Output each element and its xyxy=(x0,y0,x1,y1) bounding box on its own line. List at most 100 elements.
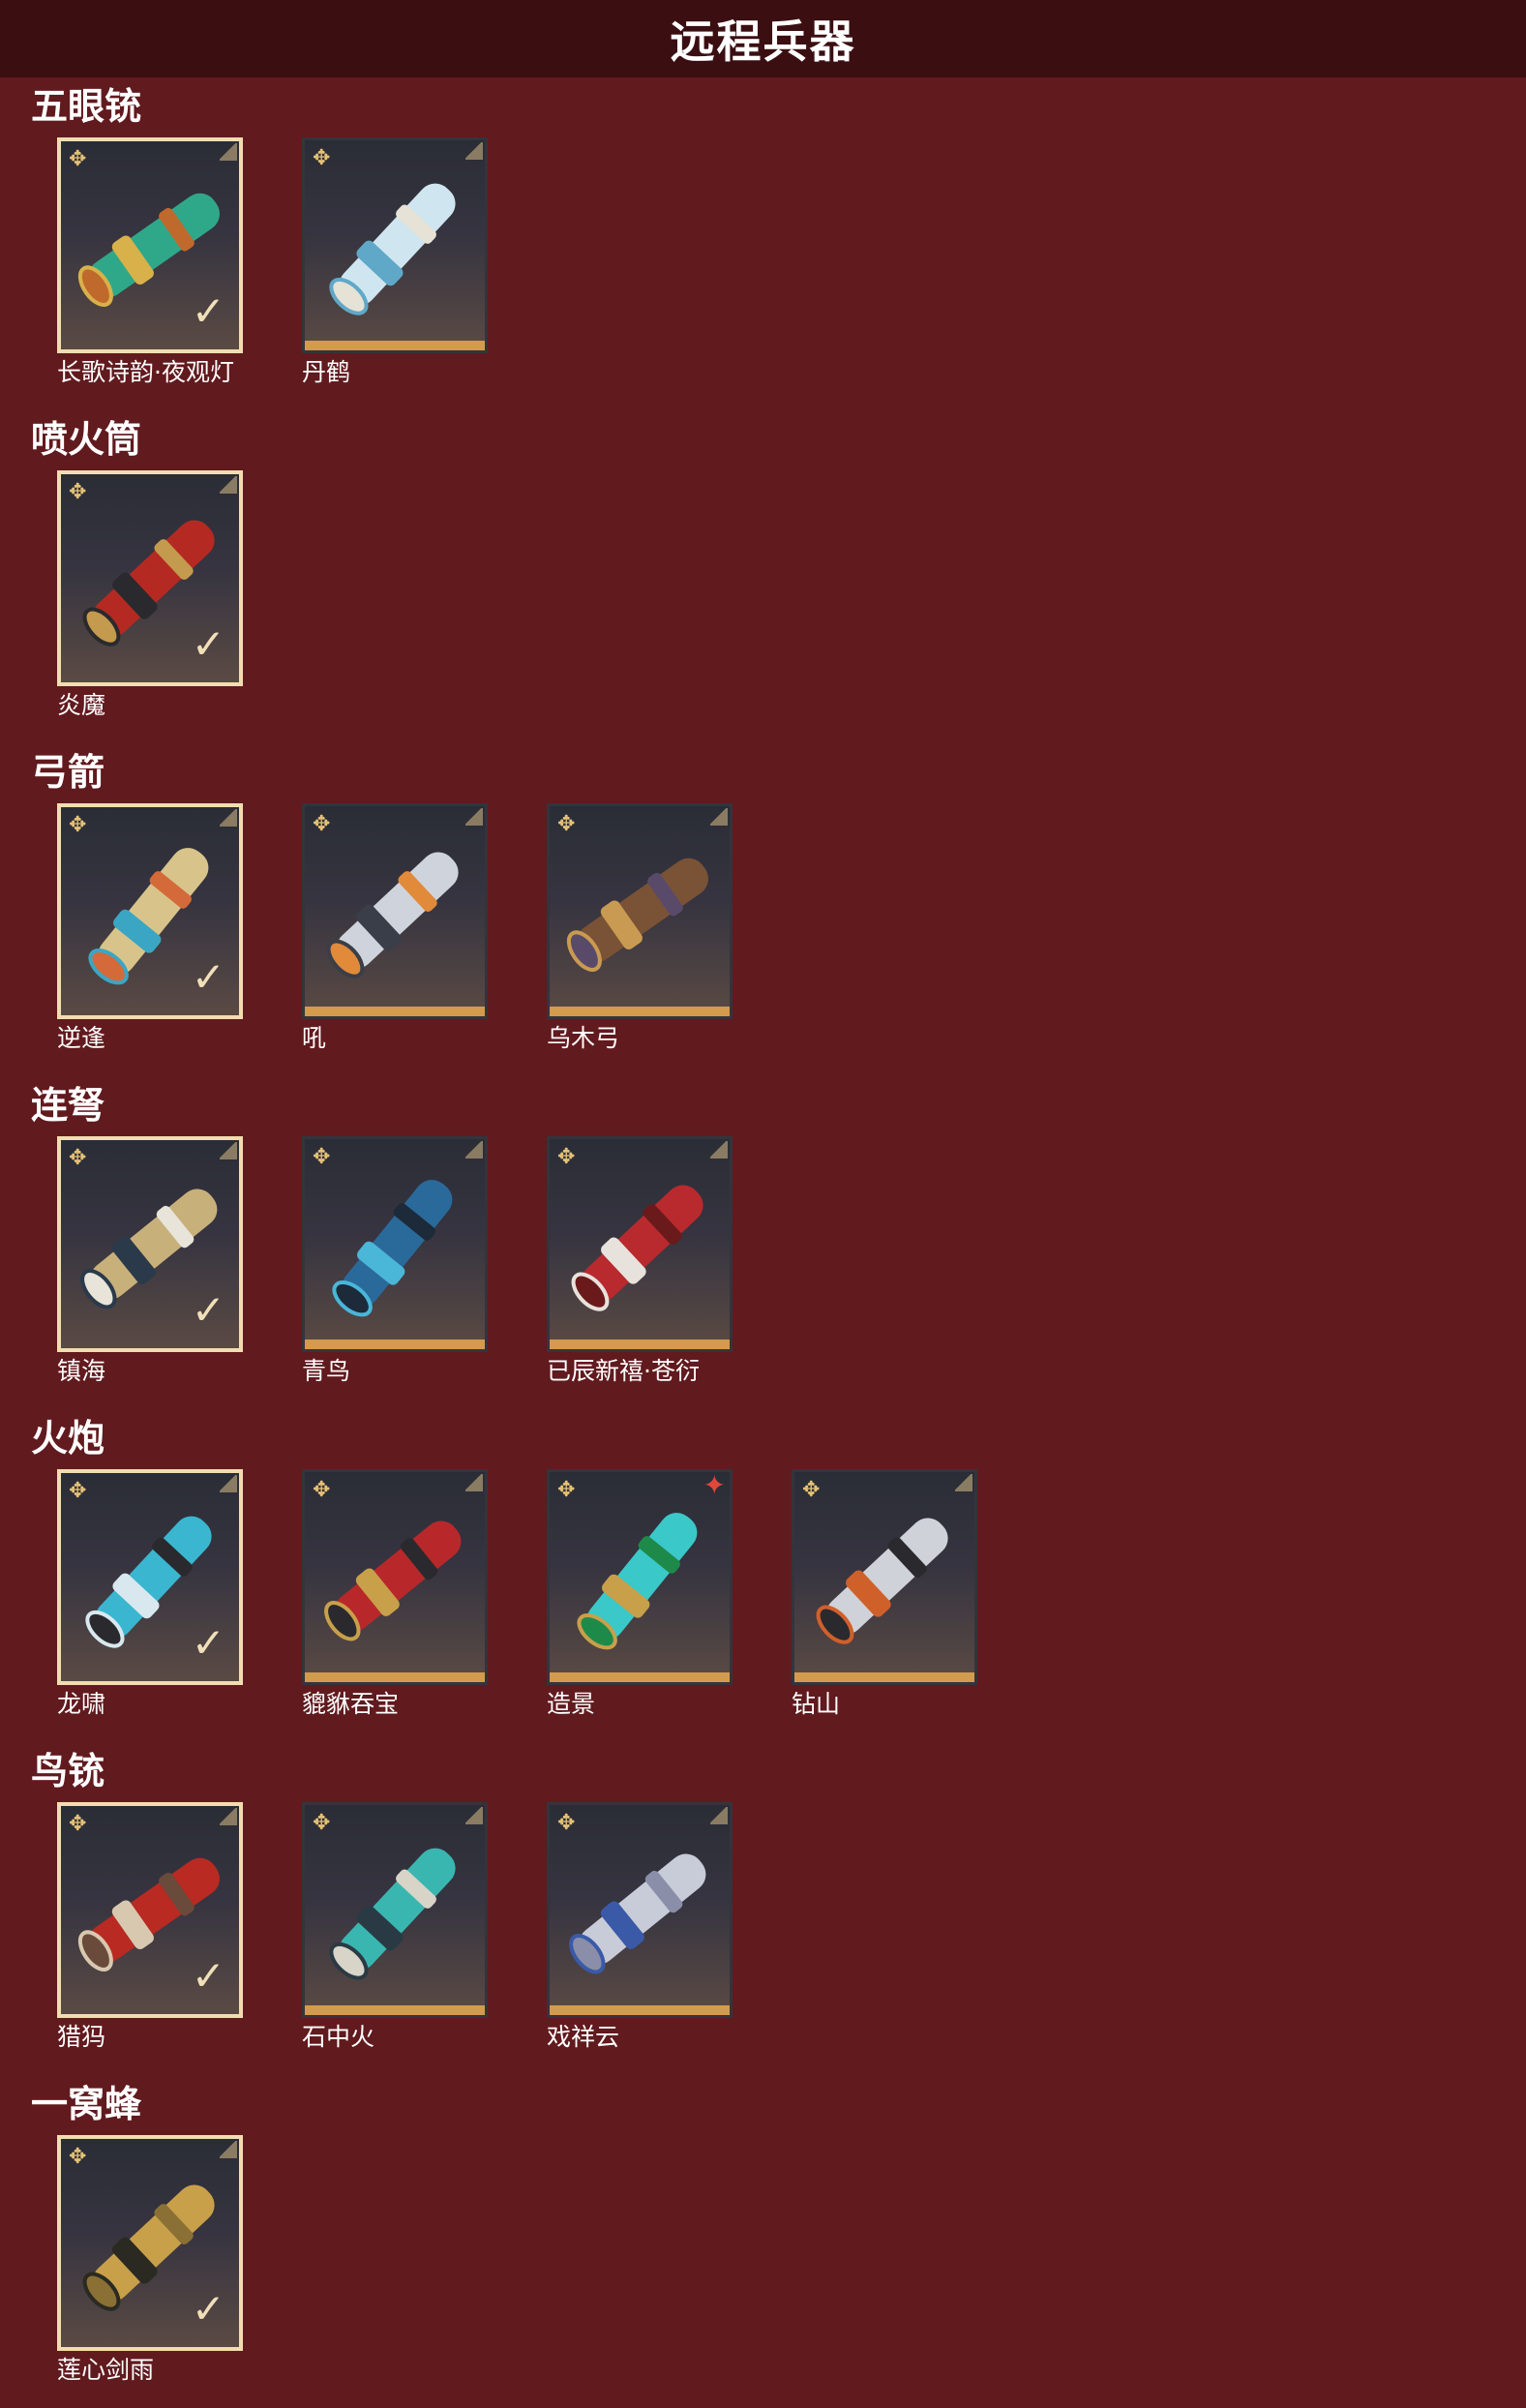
weapon-thumbnail[interactable]: ✥ ✓ xyxy=(57,1802,243,2018)
weapon-card[interactable]: ✥ ✓ 逆逢 xyxy=(57,803,243,1054)
rank-badge-icon: ✥ xyxy=(557,1145,576,1169)
corner-tag-icon xyxy=(220,2141,237,2158)
weapon-card[interactable]: ✥ ✓ 长歌诗韵·夜观灯 xyxy=(57,137,243,388)
weapon-art xyxy=(329,183,456,316)
rank-badge-icon: ✥ xyxy=(557,1478,576,1502)
weapon-name: 猎犸 xyxy=(57,2023,106,2051)
rare-star-icon: ✦ xyxy=(703,1469,726,1501)
corner-tag-icon xyxy=(710,1141,728,1159)
section-title: 弓箭 xyxy=(31,751,105,794)
weapon-art xyxy=(329,1848,456,1980)
weapon-thumbnail[interactable]: ✥ ✓ xyxy=(57,137,243,353)
weapon-card[interactable]: ✥ 吼 xyxy=(302,803,488,1054)
owned-check-icon: ✓ xyxy=(191,287,225,335)
weapon-card[interactable]: ✥ 青鸟 xyxy=(302,1136,488,1387)
rarity-bar xyxy=(305,1007,485,1016)
weapon-card[interactable]: ✥ ✓ 莲心剑雨 xyxy=(57,2135,243,2386)
weapon-name: 造景 xyxy=(547,1690,596,1718)
weapon-thumbnail[interactable]: ✥ ✓ xyxy=(57,803,243,1019)
weapon-thumbnail[interactable]: ✥ xyxy=(302,1802,488,2018)
rank-badge-icon: ✥ xyxy=(557,1811,576,1835)
weapon-card[interactable]: ✥ 钻山 xyxy=(792,1469,977,1720)
corner-tag-icon xyxy=(465,1141,483,1159)
rarity-bar xyxy=(550,1339,730,1349)
rank-badge-icon: ✥ xyxy=(313,146,331,170)
weapon-thumbnail[interactable]: ✥ ✓ xyxy=(57,1469,243,1685)
rank-badge-icon: ✥ xyxy=(802,1478,821,1502)
weapon-thumbnail[interactable]: ✥ xyxy=(547,1802,733,2018)
owned-check-icon: ✓ xyxy=(191,620,225,668)
weapon-name: 已辰新禧·苍衍 xyxy=(547,1357,700,1385)
rank-badge-icon: ✥ xyxy=(313,812,331,836)
rank-badge-icon: ✥ xyxy=(313,1145,331,1169)
weapon-art xyxy=(571,1185,703,1311)
rarity-bar xyxy=(550,2005,730,2015)
weapon-name: 貔貅吞宝 xyxy=(302,1690,400,1718)
section-title: 五眼铳 xyxy=(31,85,142,128)
weapon-name: 钻山 xyxy=(792,1690,841,1718)
weapon-thumbnail[interactable]: ✥ ✓ xyxy=(57,1136,243,1352)
weapon-thumbnail[interactable]: ✥ xyxy=(302,803,488,1019)
corner-tag-icon xyxy=(220,476,237,494)
weapon-name: 逆逢 xyxy=(57,1024,106,1052)
rank-badge-icon: ✥ xyxy=(69,1812,87,1836)
weapon-card[interactable]: ✥ ✓ 炎魔 xyxy=(57,470,243,721)
weapon-thumbnail[interactable]: ✥ xyxy=(547,1136,733,1352)
rarity-bar xyxy=(305,1339,485,1349)
owned-check-icon: ✓ xyxy=(191,2285,225,2333)
corner-tag-icon xyxy=(220,1142,237,1159)
weapon-card[interactable]: ✥ 石中火 xyxy=(302,1802,488,2053)
weapon-art xyxy=(326,852,459,978)
weapon-name: 青鸟 xyxy=(302,1357,351,1385)
weapon-card[interactable]: ✥ 戏祥云 xyxy=(547,1802,733,2053)
corner-tag-icon xyxy=(955,1474,972,1491)
weapon-card[interactable]: ✥ 已辰新禧·苍衍 xyxy=(547,1136,733,1387)
weapon-card[interactable]: ✥ ✓ 镇海 xyxy=(57,1136,243,1387)
header-bar: 远程兵器 xyxy=(0,0,1526,77)
weapon-thumbnail[interactable]: ✥ xyxy=(547,803,733,1019)
rank-badge-icon: ✥ xyxy=(69,2145,87,2169)
corner-tag-icon xyxy=(465,1807,483,1824)
weapon-thumbnail[interactable]: ✥ xyxy=(302,1469,488,1685)
weapon-art xyxy=(324,1520,462,1641)
corner-tag-icon xyxy=(220,143,237,161)
rank-badge-icon: ✥ xyxy=(69,147,87,171)
owned-check-icon: ✓ xyxy=(191,953,225,1001)
corner-tag-icon xyxy=(710,808,728,826)
weapon-card[interactable]: ✥ 乌木弓 xyxy=(547,803,733,1054)
corner-tag-icon xyxy=(465,142,483,160)
weapon-card[interactable]: ✥ ✦ 造景 xyxy=(547,1469,733,1720)
weapon-card[interactable]: ✥ ✓ 龙啸 xyxy=(57,1469,243,1720)
weapon-thumbnail[interactable]: ✥ xyxy=(302,137,488,353)
weapon-name: 长歌诗韵·夜观灯 xyxy=(57,358,234,386)
weapon-card[interactable]: ✥ ✓ 猎犸 xyxy=(57,1802,243,2053)
rarity-bar xyxy=(550,1672,730,1682)
weapon-name: 戏祥云 xyxy=(547,2023,620,2051)
rank-badge-icon: ✥ xyxy=(313,1478,331,1502)
weapon-card[interactable]: ✥ 丹鹤 xyxy=(302,137,488,388)
weapon-thumbnail[interactable]: ✥ ✓ xyxy=(57,2135,243,2351)
section-title: 火炮 xyxy=(31,1417,105,1460)
rarity-bar xyxy=(305,1672,485,1682)
rarity-bar xyxy=(305,2005,485,2015)
weapon-name: 石中火 xyxy=(302,2023,375,2051)
weapon-card[interactable]: ✥ 貔貅吞宝 xyxy=(302,1469,488,1720)
section-title: 喷火筒 xyxy=(31,418,142,461)
weapon-thumbnail[interactable]: ✥ xyxy=(302,1136,488,1352)
weapon-thumbnail[interactable]: ✥ ✓ xyxy=(57,470,243,686)
section-title: 一窝蜂 xyxy=(31,2083,142,2125)
weapon-art xyxy=(816,1518,948,1644)
weapon-thumbnail[interactable]: ✥ xyxy=(792,1469,977,1685)
weapon-art xyxy=(577,1513,698,1650)
rank-badge-icon: ✥ xyxy=(69,480,87,504)
weapon-name: 乌木弓 xyxy=(547,1024,620,1052)
rank-badge-icon: ✥ xyxy=(313,1811,331,1835)
corner-tag-icon xyxy=(465,808,483,826)
rank-badge-icon: ✥ xyxy=(557,812,576,836)
weapon-thumbnail[interactable]: ✥ ✦ xyxy=(547,1469,733,1685)
weapon-name: 丹鹤 xyxy=(302,358,351,386)
rank-badge-icon: ✥ xyxy=(69,1479,87,1503)
weapon-name: 吼 xyxy=(302,1024,327,1052)
weapon-name: 龙啸 xyxy=(57,1690,106,1718)
owned-check-icon: ✓ xyxy=(191,1952,225,2000)
